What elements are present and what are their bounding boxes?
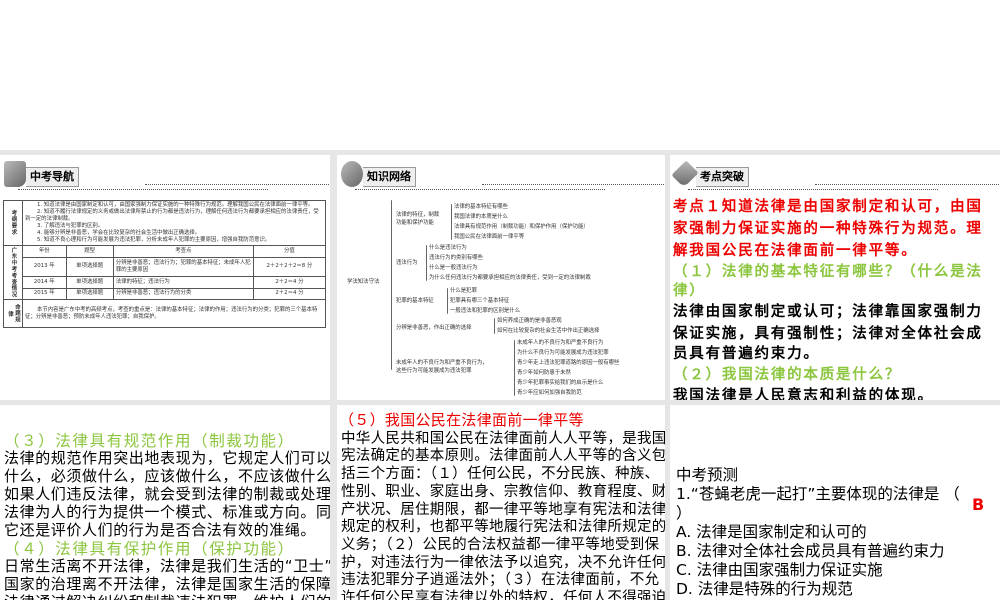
panel-header: 中考导航 bbox=[4, 159, 79, 187]
branch-item: 违法行为的类别有哪些 bbox=[429, 255, 483, 261]
key-point-title: 解我国公民在法律面前一律平等。 bbox=[673, 243, 918, 259]
cell: 2013 年 bbox=[22, 256, 67, 278]
panel-exam-prediction: 中考预测 1.“苍蝇老虎一起打”主要体现的法律是 （ B ） A. 法律是国家制… bbox=[670, 405, 1000, 600]
paragraph-line: 法律通过解决纠纷和制裁违法犯罪，维护人们的合 bbox=[4, 591, 330, 600]
cell: 2＋2＋2＋2＝8 分 bbox=[252, 256, 327, 278]
cell: 2＋2＝4 分 bbox=[252, 276, 327, 289]
question-text: 1.“苍蝇老虎一起打”主要体现的法律是 （ bbox=[676, 485, 960, 503]
cell: 单项选择题 bbox=[65, 287, 114, 301]
divider bbox=[355, 189, 605, 190]
branch-item: 未成年人的不良行为和严重不良行为 bbox=[517, 340, 604, 346]
branch-label: 这些行为可能发展成为违法犯罪 bbox=[396, 368, 472, 374]
divider bbox=[688, 189, 938, 190]
branch-item: 犯罪具有哪三个基本特征 bbox=[450, 298, 510, 304]
panel-header: 知识网络 bbox=[341, 159, 416, 187]
branch-item: 我国法律的本质是什么 bbox=[454, 214, 508, 220]
branch-label: 功能和保护功能 bbox=[396, 220, 434, 226]
paragraph-line: 许任何公民享有法律以外的特权，任何人不得强迫 bbox=[341, 590, 665, 600]
cell: 分辨是非善恶；违法行为的分类 bbox=[112, 287, 254, 301]
table-row: 2015 年单项选择题 分辨是非善恶；违法行为的分类 2＋2＝4 分 bbox=[4, 287, 327, 301]
branch-item: 青少年犯罪事实给我们的启示是什么 bbox=[517, 380, 604, 386]
requirement: 2. 知道不履行法律规定的义务或做出法律所禁止的行为都是违法行为，理解任何违法行… bbox=[25, 209, 319, 222]
branch-label: 未成年人的不良行为和严重不良行为， bbox=[396, 360, 488, 366]
panel-equality: （５）我国公民在法律面前一律平等 中华人民共和国公民在法律面前人人平等，是我国 宪法… bbox=[337, 405, 665, 600]
cell: 单项选择题 bbox=[65, 276, 114, 289]
cell: 2014 年 bbox=[22, 276, 67, 289]
branch-item: 如何在比较复杂的社会生活中作出正确选择 bbox=[497, 328, 600, 334]
panel-header: 考点突破 bbox=[671, 159, 749, 188]
branch-item: 为什么不良行为可能发展成为违法犯罪 bbox=[517, 350, 609, 356]
branch-item: 法律的基本特征有哪些 bbox=[454, 204, 508, 210]
question-heading: （２）我国法律的本质是什么？ bbox=[673, 367, 902, 383]
requirement: 3. 了解违法与犯罪的区别。 bbox=[37, 223, 104, 229]
requirement: 4. 能够分辨是非善恶，学会在比较复杂的社会生活中做出正确选择。 bbox=[37, 230, 201, 236]
table-row: 2013 年单项选择题 分辨是非善恶；违法行为；犯罪的基本特征；未成年人犯罪的主要… bbox=[4, 256, 327, 278]
panel-law-functions: （３）法律具有规范作用（制裁功能） 法律的规范作用突出地表现为，它规定人们可以做什… bbox=[0, 405, 330, 600]
requirement: 5. 知道不良心理和行为可能发展为违法犯罪，分析未成年人犯罪的主要原因，增强自我… bbox=[37, 237, 271, 243]
brace bbox=[391, 200, 392, 370]
rule-label: 命题规律 bbox=[3, 299, 23, 329]
divider bbox=[18, 189, 268, 190]
mindmap-root: 学法知法守法 bbox=[347, 279, 380, 285]
rule-text: 本节内容是广东中考的高频考点，考查的重点是：法律的基本特征；法律的作用；违法行为… bbox=[22, 299, 326, 329]
question-heading: 律） bbox=[673, 283, 706, 299]
branch-item: 如何养成正确的是非善恶观 bbox=[497, 318, 562, 324]
divider bbox=[145, 184, 330, 185]
col-header: 年份 bbox=[22, 245, 67, 258]
cell: 单项选择题 bbox=[65, 256, 114, 278]
key-point-title: 考点１知道法律是由国家制定和认可，由国 bbox=[673, 199, 983, 215]
branch-label: 分辨是非善恶，作出正确的选择 bbox=[396, 325, 472, 331]
header-title: 知识网络 bbox=[363, 167, 416, 187]
header-title: 中考导航 bbox=[26, 167, 79, 187]
header-title: 考点突破 bbox=[696, 167, 749, 187]
answer-text: 我国法律是人民意志和利益的体现。 bbox=[673, 388, 934, 400]
diamond-icon bbox=[671, 160, 699, 188]
divider bbox=[482, 184, 665, 185]
requirements: 1. 知道法律是由国家制定和认可，由国家强制力保证实施的一种特殊行为规范。理解我… bbox=[22, 200, 326, 246]
key-point-title: 家强制力保证实施的一种特殊行为规范。理 bbox=[673, 221, 983, 237]
brace bbox=[494, 318, 495, 334]
cell: 2＋2＝4 分 bbox=[252, 287, 327, 301]
branch-item: 一般违法和犯罪的区别是什么 bbox=[450, 308, 521, 314]
branch-item: 青少年应如何加强自我防范 bbox=[517, 390, 582, 396]
cell: 分辨是非善恶；违法行为；犯罪的基本特征；未成年人犯罪的主要原因 bbox=[112, 256, 254, 278]
answer-text: 员具有普遍约束力。 bbox=[673, 346, 820, 362]
col-header: 题型 bbox=[65, 245, 114, 258]
col-header: 分值 bbox=[252, 245, 327, 258]
exam-label: 广东中考考查情况 bbox=[3, 244, 23, 301]
col-header: 考查点 bbox=[112, 245, 254, 258]
cell: 2015 年 bbox=[22, 287, 67, 301]
requirement: 1. 知道法律是由国家制定和认可，由国家强制力保证实施的一种特殊行为规范。理解我… bbox=[37, 202, 314, 208]
exam-table: 考纲要求 1. 知道法律是由国家制定和认可，由国家强制力保证实施的一种特殊行为规… bbox=[3, 200, 327, 329]
branch-label: 违法行为 bbox=[396, 260, 418, 266]
branch-item: 青少年走上违法犯罪道路的原因一般有哪些 bbox=[517, 360, 620, 366]
branch-label: 犯罪的基本特征 bbox=[396, 298, 434, 304]
panel-exam-guide: 中考导航 考纲要求 1. 知道法律是由国家制定和认可，由国家强制力保证实施的一种… bbox=[0, 155, 330, 400]
branch-item: 法律具有规范作用（制裁功能）和保护作用（保护功能） bbox=[454, 224, 589, 230]
cell: 法律的特征；违法行为 bbox=[112, 276, 254, 289]
req-label: 考纲要求 bbox=[3, 200, 23, 246]
answer-mark: B bbox=[972, 495, 985, 514]
answer-text: 法律由国家制定或认可；法律靠国家强制力 bbox=[673, 304, 983, 320]
answer-text: 保证实施，具有强制性；法律对全体社会成 bbox=[673, 326, 983, 342]
brace bbox=[451, 204, 452, 240]
branch-item: 我国公民在法律面前一律平等 bbox=[454, 234, 525, 240]
panel-knowledge-map: 知识网络 学法知法守法 法律的特征，制裁 功能和保护功能 法律的基本特征有哪些 我国法… bbox=[337, 155, 665, 400]
branch-item: 青少年如何防患于未然 bbox=[517, 370, 571, 376]
branch-label: 法律的特征，制裁 bbox=[396, 212, 440, 218]
panel-key-points: 考点突破 考点１知道法律是由国家制定和认可，由国 家强制力保证实施的一种特殊行为… bbox=[670, 155, 1000, 400]
branch-item: 什么是犯罪 bbox=[450, 288, 477, 294]
option-d: D. 法律是特殊的行为规范 bbox=[676, 580, 853, 598]
branch-item: 什么是一般违法行为 bbox=[429, 265, 478, 271]
question-heading: （１）法律的基本特征有哪些？（什么是法 bbox=[673, 264, 983, 280]
branch-item: 什么是违法行为 bbox=[429, 245, 467, 251]
brace bbox=[447, 288, 448, 314]
divider bbox=[815, 184, 1000, 185]
brace bbox=[514, 340, 515, 396]
brace bbox=[426, 245, 427, 281]
cross-icon bbox=[4, 161, 26, 187]
branch-item: 为什么任何违法行为都要承担相应的法律责任，受到一定的法律制裁 bbox=[429, 275, 591, 281]
magnifier-icon bbox=[341, 161, 363, 187]
table-row: 2014 年单项选择题 法律的特征；违法行为 2＋2＝4 分 bbox=[4, 276, 327, 289]
